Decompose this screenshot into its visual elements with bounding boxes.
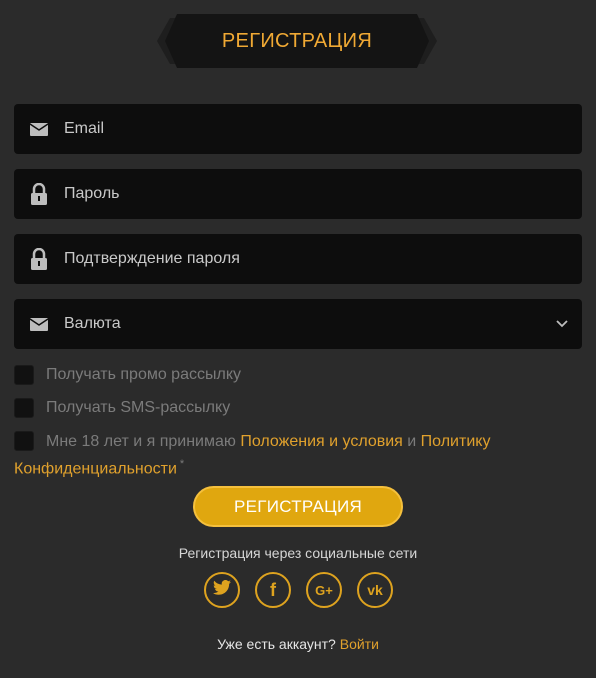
email-placeholder: Email xyxy=(64,120,105,137)
sms-checkbox-label: Получать SMS-рассылку xyxy=(46,399,231,416)
register-button[interactable]: РЕГИСТРАЦИЯ xyxy=(193,486,403,527)
vk-button[interactable]: vk xyxy=(357,572,393,608)
password-placeholder: Пароль xyxy=(64,185,120,202)
lock-icon xyxy=(14,234,64,284)
terms-prefix: Мне 18 лет и я принимаю xyxy=(46,433,236,450)
promo-checkbox[interactable] xyxy=(14,365,34,385)
promo-checkbox-row: Получать промо рассылку xyxy=(14,365,241,385)
header-banner: РЕГИСТРАЦИЯ xyxy=(157,14,437,68)
lock-icon xyxy=(14,169,64,219)
login-prompt: Уже есть аккаунт? Войти xyxy=(0,636,596,652)
envelope-icon xyxy=(14,104,64,154)
terms-and: и xyxy=(407,433,417,450)
twitter-icon xyxy=(213,580,231,600)
chevron-down-icon[interactable] xyxy=(542,320,582,328)
terms-checkbox-row: Мне 18 лет и я принимаю Положения и усло… xyxy=(14,430,584,480)
sms-checkbox[interactable] xyxy=(14,398,34,418)
terms-link[interactable]: Положения и условия xyxy=(240,433,402,450)
email-field[interactable]: Email xyxy=(14,104,582,154)
currency-placeholder: Валюта xyxy=(64,315,121,332)
sms-checkbox-row: Получать SMS-рассылку xyxy=(14,398,230,418)
login-question: Уже есть аккаунт? xyxy=(217,636,336,652)
page-title: РЕГИСТРАЦИЯ xyxy=(221,29,373,52)
vk-icon: vk xyxy=(367,582,383,598)
required-asterisk: * xyxy=(179,458,185,470)
promo-checkbox-label: Получать промо рассылку xyxy=(46,366,241,383)
password-field[interactable]: Пароль xyxy=(14,169,582,219)
envelope-icon xyxy=(14,299,64,349)
terms-text: Мне 18 лет и я принимаю Положения и усло… xyxy=(14,430,584,480)
facebook-button[interactable]: f xyxy=(255,572,291,608)
twitter-button[interactable] xyxy=(204,572,240,608)
confirm-password-field[interactable]: Подтверждение пароля xyxy=(14,234,582,284)
google-plus-button[interactable]: G+ xyxy=(306,572,342,608)
google-plus-icon: G+ xyxy=(315,582,333,598)
terms-checkbox[interactable] xyxy=(14,431,34,451)
social-title: Регистрация через социальные сети xyxy=(178,545,418,561)
facebook-icon: f xyxy=(270,579,276,600)
login-link[interactable]: Войти xyxy=(340,636,379,652)
confirm-password-placeholder: Подтверждение пароля xyxy=(64,250,240,267)
currency-select[interactable]: Валюта xyxy=(14,299,582,349)
